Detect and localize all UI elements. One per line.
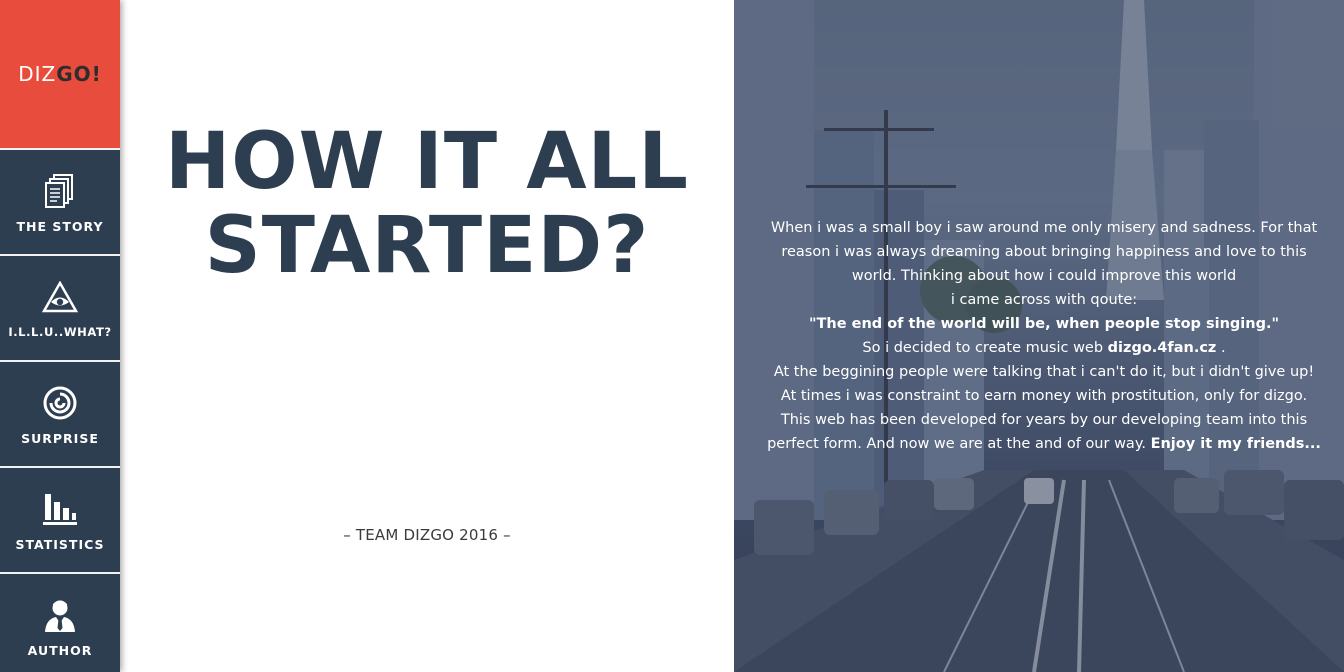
story-line: reason i was always dreaming about bring… <box>781 244 1307 260</box>
nav-item-statistics[interactable]: STATISTICS <box>0 466 120 572</box>
story-line: At times i was constraint to earn money … <box>780 388 1308 404</box>
nav-label-surprise: SURPRISE <box>21 430 99 446</box>
nav-item-illuminati[interactable]: I.L.L.U..WHAT? <box>0 254 120 360</box>
story-line: perfect form. And now we are at the and … <box>752 432 1336 456</box>
spiral-icon <box>40 383 80 423</box>
story-line: This web has been developed for years by… <box>780 412 1308 428</box>
story-text-fragment: . <box>1216 340 1226 356</box>
nav-label-illuminati: I.L.L.U..WHAT? <box>8 325 112 339</box>
story-line: When i was a small boy i saw around me o… <box>770 220 1318 236</box>
logo-text-light: DIZ <box>18 62 57 86</box>
page-title: HOW IT ALL STARTED? <box>120 120 734 288</box>
story-text-fragment: perfect form. And now we are at the and … <box>767 436 1151 452</box>
page-title-line2: STARTED? <box>204 201 650 291</box>
eye-triangle-icon <box>40 277 80 317</box>
story-closing: Enjoy it my friends... <box>1150 436 1321 452</box>
story-line: So i decided to create music web dizgo.4… <box>752 336 1336 360</box>
nav-item-author[interactable]: AUTHOR <box>0 572 120 672</box>
nav-item-surprise[interactable]: SURPRISE <box>0 360 120 466</box>
main-panel: HOW IT ALL STARTED? – TEAM DIZGO 2016 – <box>120 0 734 672</box>
story-line: i came across with qoute: <box>950 292 1138 308</box>
story-text-fragment: So i decided to create music web <box>862 340 1108 356</box>
documents-icon <box>40 171 80 211</box>
story-line: At the beggining people were talking tha… <box>773 364 1315 380</box>
logo-text-dark: GO! <box>56 62 102 86</box>
story-line: world. Thinking about how i could improv… <box>851 268 1237 284</box>
nav-label-author: AUTHOR <box>27 642 93 658</box>
nav-label-the-story: THE STORY <box>16 218 104 234</box>
story-quote: "The end of the world will be, when peop… <box>808 316 1280 332</box>
logo-text: DIZGO! <box>18 62 102 86</box>
sidebar: DIZGO! THE STORY I.L.L.U..WHAT? SURPRISE… <box>0 0 120 672</box>
bar-chart-icon <box>40 489 80 529</box>
story-text: When i was a small boy i saw around me o… <box>752 216 1336 456</box>
team-signature: – TEAM DIZGO 2016 – <box>343 526 511 544</box>
page-title-line1: HOW IT ALL <box>165 117 689 207</box>
logo[interactable]: DIZGO! <box>0 0 120 148</box>
person-icon <box>40 595 80 635</box>
dizgo-site-link[interactable]: dizgo.4fan.cz <box>1108 340 1217 356</box>
story-photo-panel: When i was a small boy i saw around me o… <box>734 0 1344 672</box>
nav-item-the-story[interactable]: THE STORY <box>0 148 120 254</box>
nav-label-statistics: STATISTICS <box>15 536 105 552</box>
